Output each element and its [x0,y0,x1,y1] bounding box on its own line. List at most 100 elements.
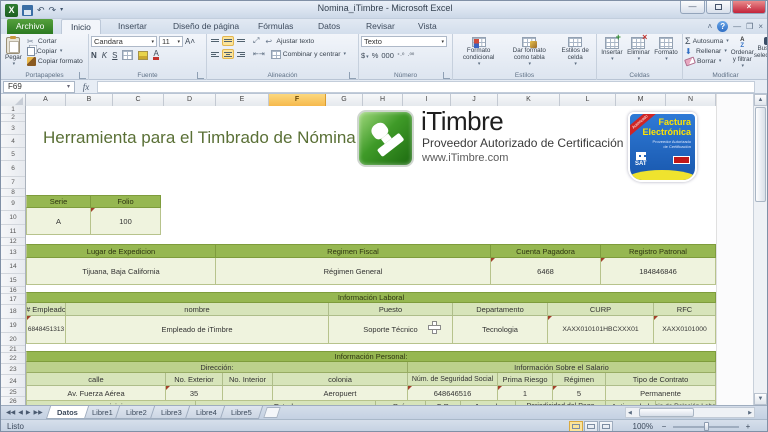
column-header-G[interactable]: G [326,94,363,106]
collapse-ribbon-icon[interactable]: ˄ [707,21,712,32]
header-serie[interactable]: Serie [26,195,91,208]
row-header-22[interactable]: 22 [1,353,25,364]
tab-datos[interactable]: Datos [309,19,349,34]
header-registro-patronal[interactable]: Registro Patronal [601,244,716,258]
tab-vista[interactable]: Vista [409,19,446,34]
row-header-15[interactable]: 15 [1,274,25,287]
scroll-down-icon[interactable]: ▼ [754,393,767,405]
currency-icon[interactable]: $ [361,51,369,60]
column-header-J[interactable]: J [451,94,498,106]
cell-calle[interactable]: Av. Fuerza Aérea [26,386,166,401]
scroll-right-icon[interactable]: ▶ [746,410,754,416]
tab-revisar[interactable]: Revisar [357,19,404,34]
font-color-icon[interactable]: A [153,50,158,60]
zoom-in-icon[interactable]: + [743,422,753,431]
row-header-8[interactable]: 8 [1,189,25,197]
cell-departamento[interactable]: Tecnologia [453,316,548,344]
vertical-scroll-thumb[interactable] [755,107,766,202]
cell-registro-patronal[interactable]: 184846846 [601,258,716,285]
doc-close-icon[interactable]: × [758,21,763,32]
column-header-E[interactable]: E [216,94,269,106]
grow-font-icon[interactable]: A˄ [185,37,195,46]
header-folio[interactable]: Folio [91,195,161,208]
zoom-out-icon[interactable]: − [659,422,669,431]
cell-cuenta-pagadora[interactable]: 6468 [491,258,601,285]
sheet-title[interactable]: Herramienta para el Timbrado de Nómina [43,128,356,148]
select-all-corner[interactable] [1,94,26,106]
column-header-B[interactable]: B [66,94,113,106]
laboral-section-title[interactable]: Información Laboral [26,292,716,303]
column-header-I[interactable]: I [403,94,451,106]
sheet-tab-libre5[interactable]: Libre5 [220,406,263,419]
header-colonia[interactable]: colonia [273,373,408,386]
prev-sheet-icon[interactable]: ◀ [18,409,23,416]
merge-center-button[interactable]: Combinar y centrar [271,49,346,59]
autosum-button[interactable]: ΣAutosuma [685,36,729,46]
doc-restore-icon[interactable]: ❒ [746,21,753,32]
insert-cells-button[interactable]: Insertar [599,36,624,69]
name-box[interactable]: F69▾ [3,81,75,93]
tab-inicio[interactable]: Inicio [61,19,101,34]
row-header-6[interactable]: 6 [1,161,25,177]
column-header-M[interactable]: M [616,94,666,106]
number-dialog-launcher[interactable] [443,72,450,79]
column-header-C[interactable]: C [113,94,164,106]
header-seguridad-social[interactable]: Núm. de Seguridad Social [408,373,498,386]
alignment-dialog-launcher[interactable] [349,72,356,79]
row-header-26[interactable]: 26 [1,397,25,405]
row-header-19[interactable]: 19 [1,319,25,333]
header-rfc[interactable]: RFC [654,303,716,316]
row-header-5[interactable]: 5 [1,148,25,161]
row-header-10[interactable]: 10 [1,211,25,225]
cell-regimen[interactable]: 5 [553,386,606,401]
header-num-empleado[interactable]: # Empleado [26,303,66,316]
row-header-14[interactable]: 14 [1,260,25,274]
header-prima-riesgo[interactable]: Prima Riesgo [498,373,553,386]
align-center-icon[interactable] [222,49,234,59]
row-header-3[interactable]: 3 [1,122,25,135]
font-size-select[interactable]: 11▾ [159,36,183,47]
group-info-salario[interactable]: Información Sobre el Salario [408,362,716,373]
paste-button[interactable]: Pegar [3,36,24,69]
cell-folio[interactable]: 100 [91,208,161,235]
doc-minimize-icon[interactable]: — [733,21,741,32]
minimize-button[interactable]: — [680,1,705,14]
row-header-16[interactable]: 16 [1,287,25,294]
decrease-decimal-icon[interactable]: ·⁰⁰ [407,52,414,59]
header-lugar-expedicion[interactable]: Lugar de Expedicion [26,244,216,258]
next-sheet-icon[interactable]: ▶ [26,409,31,416]
row-header-23[interactable]: 23 [1,364,25,375]
cell-nombre[interactable]: Empleado de iTimbre [66,316,329,344]
row-header-7[interactable]: 7 [1,177,25,189]
zoom-level[interactable]: 100% [633,422,653,431]
tab-archivo[interactable]: Archivo [7,19,53,34]
cell-rfc[interactable]: XAXX0101000 [654,316,716,344]
column-header-D[interactable]: D [164,94,216,106]
row-header-24[interactable]: 24 [1,375,25,388]
row-header-2[interactable]: 2 [1,114,25,122]
tab-diseno[interactable]: Diseño de página [164,19,248,34]
tab-formulas[interactable]: Fórmulas [249,19,302,34]
align-middle-icon[interactable] [222,36,234,46]
header-nombre[interactable]: nombre [66,303,329,316]
maximize-button[interactable] [706,1,731,14]
indent-icons[interactable]: ⇤⇥ [253,50,265,58]
cell-prima-riesgo[interactable]: 1 [498,386,553,401]
font-name-select[interactable]: Candara▾ [91,36,157,47]
column-header-N[interactable]: N [666,94,716,106]
align-top-icon[interactable] [209,36,221,46]
scroll-up-icon[interactable]: ▲ [754,94,767,106]
cell-tipo-contrato[interactable]: Permanente [606,386,716,401]
row-header-1[interactable]: 1 [1,106,25,114]
header-regimen[interactable]: Régimen [553,373,606,386]
format-painter-button[interactable]: Copiar formato [27,56,83,66]
header-departamento[interactable]: Departamento [453,303,548,316]
tab-insertar[interactable]: Insertar [109,19,156,34]
worksheet[interactable]: Herramienta para el Timbrado de Nómina i… [26,106,716,405]
sort-filter-button[interactable]: AZ Ordenar y filtrar [731,36,754,69]
fill-color-icon[interactable] [138,51,148,60]
conditional-formatting-button[interactable]: Formato condicional [455,36,502,69]
cell-regimen-fiscal[interactable]: Régimen General [216,258,491,285]
bold-button[interactable]: N [91,51,97,60]
header-no-exterior[interactable]: No. Exterior [166,373,223,386]
